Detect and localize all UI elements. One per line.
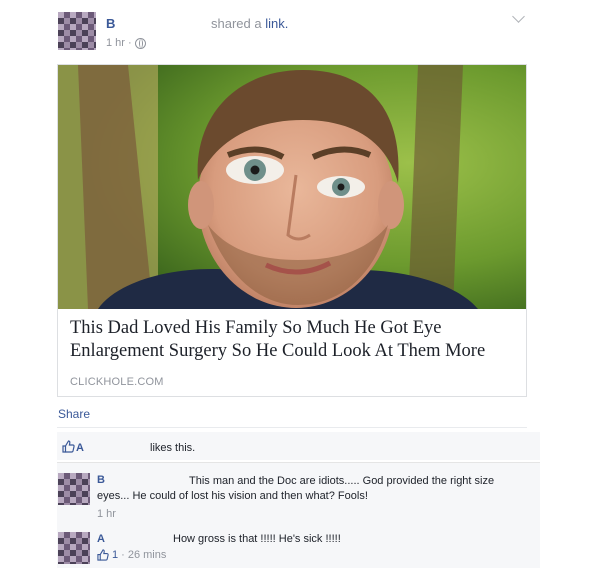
comment-timestamp[interactable]: · 26 mins	[121, 549, 166, 561]
link-preview-image[interactable]	[58, 65, 526, 309]
thumbs-up-icon	[97, 549, 109, 561]
chevron-down-icon[interactable]	[512, 10, 525, 23]
commenter-avatar[interactable]	[58, 473, 90, 505]
commenter-name[interactable]: A	[97, 533, 105, 545]
link-source-domain: CLICKHOLE.COM	[70, 376, 164, 388]
globe-icon[interactable]	[134, 37, 146, 49]
comment-timestamp[interactable]: 1 hr	[97, 508, 116, 520]
photo-illustration	[58, 65, 526, 309]
commenter-name[interactable]: B	[97, 474, 105, 486]
comment-text: How gross is that !!!!! He's sick !!!!!	[173, 533, 341, 545]
comment-meta: 1 · 26 mins	[97, 549, 166, 561]
post-timestamp[interactable]: 1 hr ·	[106, 37, 132, 49]
author-avatar[interactable]	[58, 12, 96, 50]
divider	[57, 427, 527, 428]
action-text: shared a	[211, 16, 266, 31]
shared-link[interactable]: link.	[265, 16, 288, 31]
link-title[interactable]: This Dad Loved His Family So Much He Got…	[70, 317, 516, 363]
comment-like-count[interactable]: 1	[112, 549, 118, 561]
post-author-name[interactable]: B	[106, 16, 115, 31]
likes-bar	[57, 432, 540, 460]
post-action-text: shared a link.	[211, 16, 288, 31]
share-button[interactable]: Share	[58, 407, 90, 421]
liker-name[interactable]: A	[76, 442, 84, 454]
likes-text: likes this.	[150, 442, 196, 454]
commenter-avatar[interactable]	[58, 532, 90, 564]
link-preview-card[interactable]: This Dad Loved His Family So Much He Got…	[57, 64, 527, 397]
comment-text: This man and the Doc are idiots..... God…	[97, 475, 495, 502]
post-meta: 1 hr ·	[106, 37, 146, 49]
thumbs-up-icon	[62, 440, 75, 453]
